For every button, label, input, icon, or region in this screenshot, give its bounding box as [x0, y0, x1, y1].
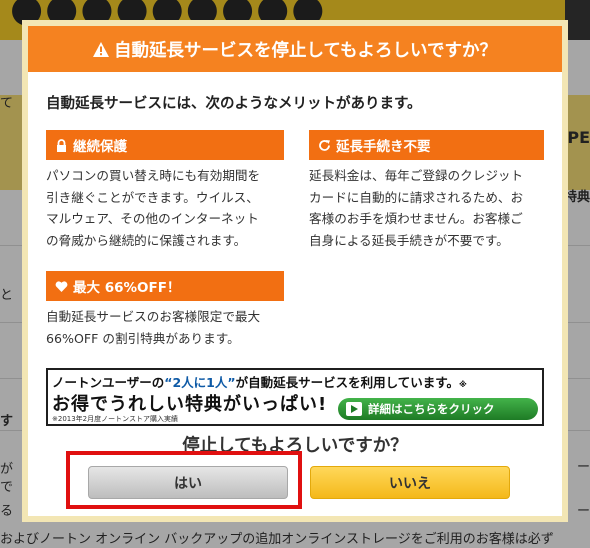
benefit-text-line: マルウェア、その他のインターネット	[46, 211, 259, 226]
promo-details-button[interactable]: 詳細はこちらをクリック	[338, 398, 538, 420]
dialog-header: 自動延長サービスを停止してもよろしいですか？	[28, 26, 562, 72]
refresh-icon	[319, 139, 330, 151]
confirm-question: 停止してもよろしいですか？	[182, 436, 408, 456]
stop-auto-renewal-dialog: 自動延長サービスを停止してもよろしいですか？ 自動延長サービスには、次のようなメ…	[22, 20, 568, 522]
benefit-text-line: の脅威から継続的に保護されます。	[46, 232, 247, 248]
benefit-description: 延長料金は、毎年ご登録のクレジット カードに自動的に請求されるため、お 客様のお…	[309, 165, 554, 251]
benefit-header-discount: 最大 66%OFF！	[46, 271, 284, 301]
benefit-text-line: 66%OFF の割引特典があります。	[46, 330, 240, 346]
heart-icon	[55, 280, 68, 292]
promo-highlight: “2人に1人”	[164, 375, 236, 390]
benefit-title: 継続保護	[73, 139, 127, 155]
no-button[interactable]: いいえ	[310, 466, 510, 499]
benefit-description: 自動延長サービスのお客様限定で最大 66%OFF の割引特典があります。	[46, 306, 291, 349]
benefit-header-continuous-protection: 継続保護	[46, 130, 284, 160]
benefit-text-line: 自身による延長手続きが不要です。	[309, 232, 509, 248]
promo-footnote: ※2013年2月度ノートンストア購入実績	[52, 415, 178, 423]
benefits-intro: 自動延長サービスには、次のようなメリットがあります。	[46, 96, 422, 112]
promo-headline-text: ノートンユーザーの	[52, 375, 165, 390]
promo-details-label: 詳細はこちらをクリック	[368, 402, 495, 416]
benefit-title: 延長手続き不要	[336, 139, 431, 155]
promo-headline: ノートンユーザーの“2人に1人”が自動延長サービスを利用しています。※	[52, 372, 467, 391]
benefit-text-line: カードに自動的に請求されるため、お	[309, 189, 524, 205]
benefit-text-line: 延長料金は、毎年ご登録のクレジット	[309, 168, 524, 183]
benefit-header-no-renewal-procedure: 延長手続き不要	[309, 130, 544, 160]
benefit-title: 最大 66%OFF！	[73, 280, 181, 296]
promo-tagline: お得でうれしい特典がいっぱい!	[52, 394, 328, 415]
benefit-text-line: 引き継ぐことができます。ウイルス、	[46, 189, 259, 205]
dialog-title: 自動延長サービスを停止してもよろしいですか？	[113, 40, 498, 61]
auto-renewal-promo-banner[interactable]: ノートンユーザーの“2人に1人”が自動延長サービスを利用しています。※ お得でう…	[46, 368, 544, 426]
warning-icon	[92, 41, 109, 57]
lock-icon	[57, 138, 66, 152]
arrow-right-icon	[346, 402, 362, 416]
promo-headline-text: が自動延長サービスを利用しています。	[235, 375, 459, 390]
benefit-description: パソコンの買い替え時にも有効期間を 引き継ぐことができます。ウイルス、 マルウェ…	[46, 165, 291, 251]
benefit-text-line: 客様のお手を煩わせません。お客様ご	[309, 211, 523, 226]
yes-button[interactable]: はい	[88, 466, 288, 499]
promo-footnote-mark: ※	[458, 380, 467, 389]
benefit-text-line: パソコンの買い替え時にも有効期間を	[46, 168, 261, 183]
benefit-text-line: 自動延長サービスのお客様限定で最大	[46, 309, 261, 324]
